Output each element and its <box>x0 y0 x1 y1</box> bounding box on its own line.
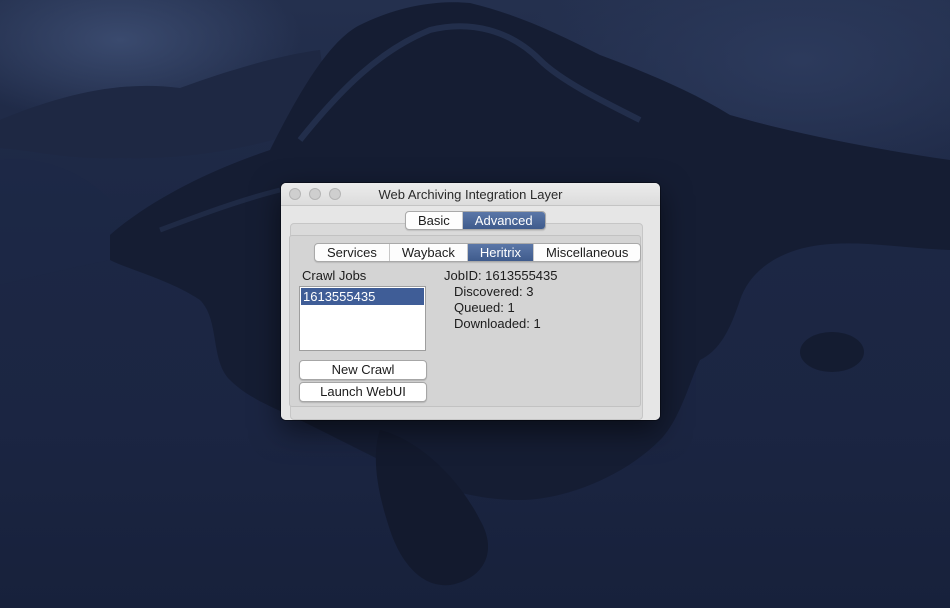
tab-basic[interactable]: Basic <box>406 212 463 229</box>
title-bar[interactable]: Web Archiving Integration Layer <box>281 183 660 206</box>
tab-wayback[interactable]: Wayback <box>390 244 468 261</box>
tab-advanced[interactable]: Advanced <box>462 212 545 229</box>
job-id-text: JobID: 1613555435 <box>444 268 558 283</box>
downloaded-count: Downloaded: 1 <box>454 316 541 331</box>
mode-tabs: Basic Advanced <box>405 211 546 230</box>
advanced-sub-tabs: Services Wayback Heritrix Miscellaneous <box>314 243 642 262</box>
queued-count: Queued: 1 <box>454 300 515 315</box>
window-content: Basic Advanced Services Wayback Heritrix… <box>281 206 660 420</box>
crawl-jobs-list[interactable]: 1613555435 <box>299 286 426 351</box>
discovered-count: Discovered: 3 <box>454 284 534 299</box>
tab-services[interactable]: Services <box>315 244 390 261</box>
crawl-job-item[interactable]: 1613555435 <box>301 288 424 305</box>
tab-miscellaneous[interactable]: Miscellaneous <box>534 244 640 261</box>
new-crawl-button[interactable]: New Crawl <box>299 360 427 380</box>
app-window: Web Archiving Integration Layer Basic Ad… <box>281 183 660 420</box>
launch-webui-button[interactable]: Launch WebUI <box>299 382 427 402</box>
crawl-jobs-label: Crawl Jobs <box>302 268 367 283</box>
tab-heritrix[interactable]: Heritrix <box>467 244 535 261</box>
window-title: Web Archiving Integration Layer <box>378 187 563 202</box>
